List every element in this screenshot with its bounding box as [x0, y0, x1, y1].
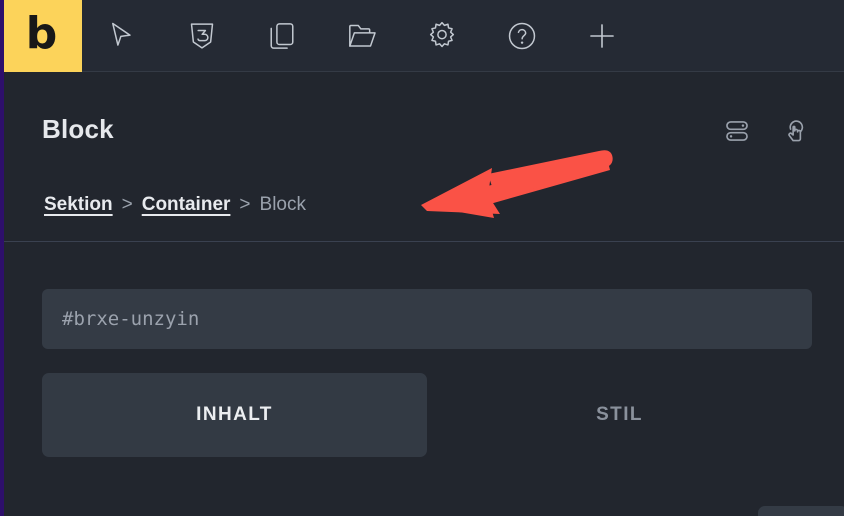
- pages-tool-button[interactable]: [242, 0, 322, 72]
- panel-bottom-action-chip[interactable]: [758, 506, 844, 516]
- breadcrumb-separator: >: [239, 194, 251, 215]
- breadcrumb-item-container[interactable]: Container: [142, 194, 231, 216]
- css3-shield-icon: [185, 19, 219, 53]
- tab-stil[interactable]: STIL: [427, 373, 812, 457]
- panel-tabs: INHALT STIL: [42, 373, 812, 457]
- settings-tool-button[interactable]: [402, 0, 482, 72]
- gear-icon: [425, 19, 459, 53]
- toolbar-buttons: [82, 0, 844, 71]
- element-interactions-button[interactable]: [779, 116, 811, 148]
- bricks-builder-window: b Block Sektion > Container > Block #brx…: [0, 0, 844, 516]
- cursor-arrow-icon: [105, 19, 139, 53]
- page-title: Block: [42, 114, 114, 144]
- element-id-input[interactable]: [42, 289, 812, 349]
- bricks-logo-glyph: b: [25, 8, 57, 59]
- header-actions: [721, 116, 811, 148]
- folder-open-icon: [345, 19, 379, 53]
- tab-inhalt[interactable]: INHALT: [42, 373, 427, 457]
- breadcrumb-item-sektion[interactable]: Sektion: [44, 194, 113, 216]
- add-element-button[interactable]: [562, 0, 642, 72]
- css-tool-button[interactable]: [162, 0, 242, 72]
- help-tool-button[interactable]: [482, 0, 562, 72]
- editor-left-strip: [0, 0, 4, 516]
- element-header: Block Sektion > Container > Block: [4, 72, 844, 242]
- breadcrumb: Sektion > Container > Block: [44, 194, 306, 216]
- element-settings-panel: INHALT STIL: [4, 243, 844, 516]
- element-settings-toggle-button[interactable]: [721, 116, 753, 148]
- breadcrumb-separator: >: [121, 194, 133, 215]
- copy-pages-icon: [265, 19, 299, 53]
- toggle-switches-icon: [723, 117, 751, 148]
- question-circle-icon: [505, 19, 539, 53]
- breadcrumb-item-block: Block: [259, 194, 306, 215]
- templates-tool-button[interactable]: [322, 0, 402, 72]
- top-toolbar: b: [0, 0, 844, 72]
- plus-icon: [585, 19, 619, 53]
- select-tool-button[interactable]: [82, 0, 162, 72]
- bricks-logo-button[interactable]: b: [0, 0, 82, 72]
- hand-click-icon: [781, 117, 809, 148]
